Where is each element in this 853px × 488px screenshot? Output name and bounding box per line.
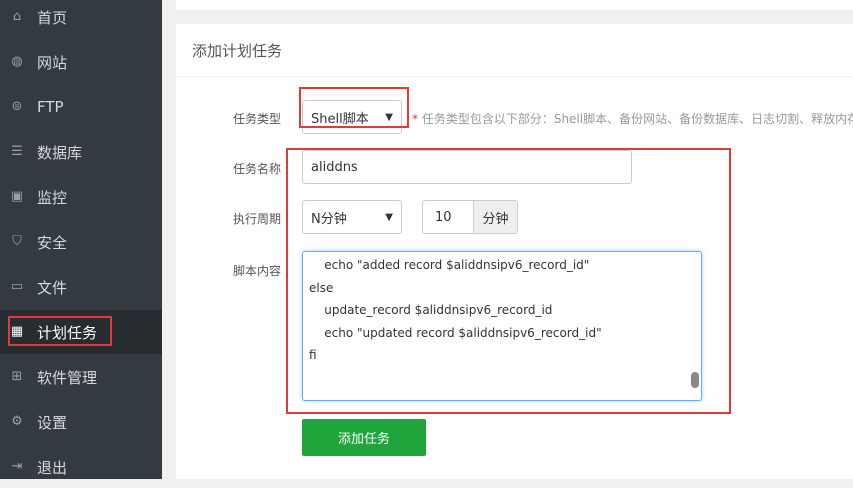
monitor-icon: ▣ [10,189,24,204]
sidebar-item-website[interactable]: ◍ 网站 [0,41,162,83]
highlight-box [286,148,731,414]
hint-text: 任务类型包含以下部分：Shell脚本、备份网站、备份数据库、日志切割、释放内存 [421,112,853,126]
sidebar-item-logout[interactable]: ⇥ 退出 [0,446,162,488]
folder-icon: ▭ [10,279,24,294]
sidebar-item-security[interactable]: ⛉ 安全 [0,221,162,263]
sidebar-item-home[interactable]: ⌂ 首页 [0,0,162,38]
task-type-hint: * 任务类型包含以下部分：Shell脚本、备份网站、备份数据库、日志切割、释放内… [412,110,853,127]
sidebar-item-database[interactable]: ☰ 数据库 [0,131,162,173]
apps-icon: ⊞ [11,369,23,384]
sidebar-item-label: 退出 [37,458,68,477]
period-label: 执行周期 [233,212,282,226]
divider [176,76,853,77]
sidebar-item-label: 安全 [37,233,68,252]
sidebar-item-files[interactable]: ▭ 文件 [0,266,162,308]
sidebar: ⌂ 首页 ◍ 网站 ⊜ FTP ☰ 数据库 ▣ 监控 ⛉ 安全 ▭ 文件 ▦ 计划任务 ⊞ 软件管… [0,0,162,479]
sidebar-item-ftp[interactable]: ⊜ FTP [0,86,162,128]
home-icon: ⌂ [12,9,22,24]
task-type-label: 任务类型 [233,112,282,126]
add-cron-panel: 添加计划任务 任务类型 Shell脚本 ▼ * 任务类型包含以下部分：Shell脚… [176,24,853,479]
sidebar-item-label: 监控 [37,188,68,207]
sidebar-item-label: 首页 [37,8,68,27]
globe-icon: ◍ [11,54,23,69]
ftp-icon: ⊜ [11,99,23,114]
sidebar-item-label: FTP [37,98,64,116]
sidebar-item-label: 文件 [37,278,68,297]
sidebar-item-label: 网站 [37,53,68,72]
top-panel [176,0,853,10]
gear-icon: ⚙ [11,414,23,429]
highlight-box [299,87,409,128]
sidebar-item-settings[interactable]: ⚙ 设置 [0,401,162,443]
required-star: * [412,112,418,126]
task-name-label: 任务名称 [233,162,282,176]
shield-icon: ⛉ [12,234,22,249]
database-icon: ☰ [11,144,23,159]
sidebar-item-label: 设置 [37,413,68,432]
sidebar-item-software[interactable]: ⊞ 软件管理 [0,356,162,398]
sidebar-item-label: 数据库 [37,143,83,162]
sidebar-item-monitor[interactable]: ▣ 监控 [0,176,162,218]
sidebar-item-label: 软件管理 [37,368,98,387]
script-label: 脚本内容 [233,264,282,278]
add-task-button[interactable]: 添加任务 [302,419,426,456]
highlight-box [8,316,112,346]
logout-icon: ⇥ [11,459,23,474]
page-title: 添加计划任务 [192,42,283,60]
